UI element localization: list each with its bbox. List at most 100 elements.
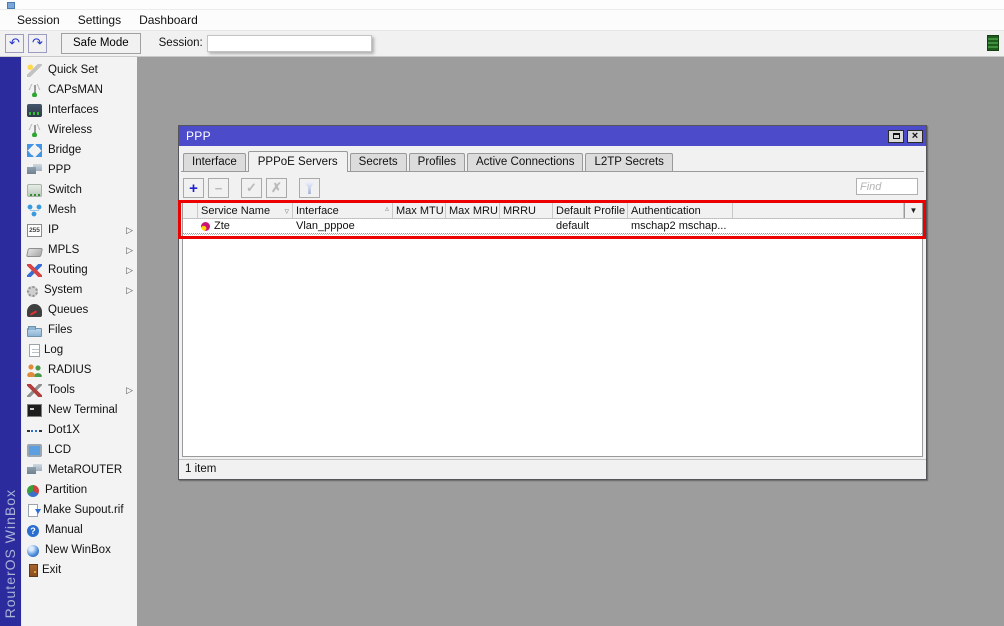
undo-icon: ↶ (9, 35, 20, 50)
close-button[interactable]: × (907, 130, 923, 143)
sidebar-item-dot1x[interactable]: Dot1X (22, 420, 137, 440)
maximize-button[interactable] (888, 130, 904, 143)
sidebar-item-label: MetaROUTER (48, 464, 122, 476)
menu-settings[interactable]: Settings (69, 11, 130, 29)
remove-button[interactable]: − (208, 178, 229, 198)
help-question-icon: ? (27, 525, 39, 537)
sidebar-item-system[interactable]: System ▷ (22, 280, 137, 300)
menu-dashboard[interactable]: Dashboard (130, 11, 207, 29)
sidebar-item-mpls[interactable]: MPLS▷ (22, 240, 137, 260)
sort-asc-icon: ▵ (385, 204, 390, 213)
session-input[interactable] (207, 35, 372, 52)
tab-secrets[interactable]: Secrets (350, 153, 407, 171)
column-header-max-mru[interactable]: Max MRU (446, 203, 500, 218)
cell-authentication: mschap2 mschap... (628, 219, 733, 233)
cell-service-name: Zte (198, 219, 293, 233)
sidebar-item-metarouter[interactable]: MetaROUTER (22, 460, 137, 480)
sidebar-item-label: Quick Set (48, 64, 98, 76)
sidebar-item-switch[interactable]: Switch (22, 180, 137, 200)
menu-session[interactable]: Session (8, 11, 69, 29)
sidebar-item-label: Bridge (48, 144, 81, 156)
row-icon-cell (183, 219, 198, 233)
sidebar-item-tools[interactable]: Tools▷ (22, 380, 137, 400)
users-icon (27, 364, 42, 377)
sidebar-item-make-supout[interactable]: Make Supout.rif (22, 500, 137, 520)
ppp-monitors-icon (27, 164, 42, 177)
column-header-service-name[interactable]: Service Name▿ (198, 203, 293, 218)
ppp-window: PPP × Interface PPPoE Servers Secrets Pr… (178, 125, 927, 480)
menubar: Session Settings Dashboard (0, 10, 1004, 30)
column-header-max-mtu[interactable]: Max MTU (393, 203, 446, 218)
sidebar-item-ip[interactable]: 255IP▷ (22, 220, 137, 240)
item-count: 1 item (185, 463, 216, 475)
redo-button[interactable]: ↷ (28, 34, 47, 53)
desktop-area: PPP × Interface PPPoE Servers Secrets Pr… (137, 57, 1004, 626)
lcd-monitor-icon (27, 444, 42, 457)
sidebar-item-label: System (44, 284, 82, 296)
column-label: Interface (296, 205, 339, 217)
undo-button[interactable]: ↶ (5, 34, 24, 53)
sidebar-item-files[interactable]: Files (22, 320, 137, 340)
sidebar-item-new-terminal[interactable]: New Terminal (22, 400, 137, 420)
sidebar-item-radius[interactable]: RADIUS (22, 360, 137, 380)
minus-icon: − (215, 181, 223, 196)
column-chooser-button[interactable]: ▼ (904, 203, 922, 218)
sidebar-item-log[interactable]: Log (22, 340, 137, 360)
sidebar-item-label: Tools (48, 384, 75, 396)
sidebar-item-new-winbox[interactable]: New WinBox (22, 540, 137, 560)
tab-interface[interactable]: Interface (183, 153, 246, 171)
cell-max-mtu (393, 219, 446, 233)
sort-desc-icon: ▿ (284, 206, 290, 217)
sidebar-item-wireless[interactable]: Wireless (22, 120, 137, 140)
tab-profiles[interactable]: Profiles (409, 153, 465, 171)
sidebar-item-queues[interactable]: Queues (22, 300, 137, 320)
tools-icon (27, 384, 42, 397)
column-header-interface[interactable]: Interface ▵ (293, 203, 393, 218)
sidebar-item-label: Files (48, 324, 72, 336)
column-header-empty (733, 203, 904, 218)
folder-icon (27, 328, 42, 337)
sidebar-item-routing[interactable]: Routing▷ (22, 260, 137, 280)
sidebar-item-capsman[interactable]: CAPsMAN (22, 80, 137, 100)
switch-icon (27, 184, 42, 197)
sidebar-item-interfaces[interactable]: Interfaces (22, 100, 137, 120)
session-label: Session: (159, 37, 203, 49)
sidebar-item-bridge[interactable]: Bridge (22, 140, 137, 160)
ppp-window-titlebar[interactable]: PPP × (179, 126, 926, 146)
sidebar-item-mesh[interactable]: Mesh (22, 200, 137, 220)
sidebar-item-label: IP (48, 224, 59, 236)
column-header-default-profile[interactable]: Default Profile (553, 203, 628, 218)
column-label: Authentication (631, 205, 701, 217)
sidebar-item-label: Dot1X (48, 424, 80, 436)
magic-wand-icon (27, 64, 42, 77)
sidebar-item-ppp[interactable]: PPP (22, 160, 137, 180)
sidebar-item-manual[interactable]: ?Manual (22, 520, 137, 540)
tab-active-connections[interactable]: Active Connections (467, 153, 583, 171)
redo-icon: ↷ (32, 35, 43, 50)
submenu-arrow-icon: ▷ (126, 285, 133, 296)
column-header-icon (183, 203, 198, 218)
filter-button[interactable] (299, 178, 320, 198)
disable-button[interactable]: ✗ (266, 178, 287, 198)
tab-pppoe-servers[interactable]: PPPoE Servers (248, 151, 348, 172)
ip-255-icon: 255 (27, 224, 42, 237)
cell-value: mschap2 mschap... (631, 220, 726, 232)
sidebar-item-partition[interactable]: Partition (22, 480, 137, 500)
cell-value: Vlan_pppoe (296, 220, 355, 232)
add-button[interactable]: + (183, 178, 204, 198)
gear-icon (27, 286, 38, 297)
tab-l2tp-secrets[interactable]: L2TP Secrets (585, 153, 672, 171)
close-icon: × (912, 131, 918, 141)
plus-icon: + (189, 180, 198, 197)
column-header-authentication[interactable]: Authentication (628, 203, 733, 218)
safe-mode-button[interactable]: Safe Mode (61, 33, 141, 54)
sidebar-item-quick-set[interactable]: Quick Set (22, 60, 137, 80)
check-icon: ✓ (246, 180, 257, 196)
supout-file-icon (28, 504, 38, 517)
column-header-mrru[interactable]: MRRU (500, 203, 553, 218)
sidebar-item-exit[interactable]: Exit (22, 560, 137, 580)
enable-button[interactable]: ✓ (241, 178, 262, 198)
find-input[interactable] (856, 178, 918, 195)
sidebar-item-lcd[interactable]: LCD (22, 440, 137, 460)
table-row[interactable]: Zte Vlan_pppoe default mschap2 mschap... (183, 219, 922, 234)
